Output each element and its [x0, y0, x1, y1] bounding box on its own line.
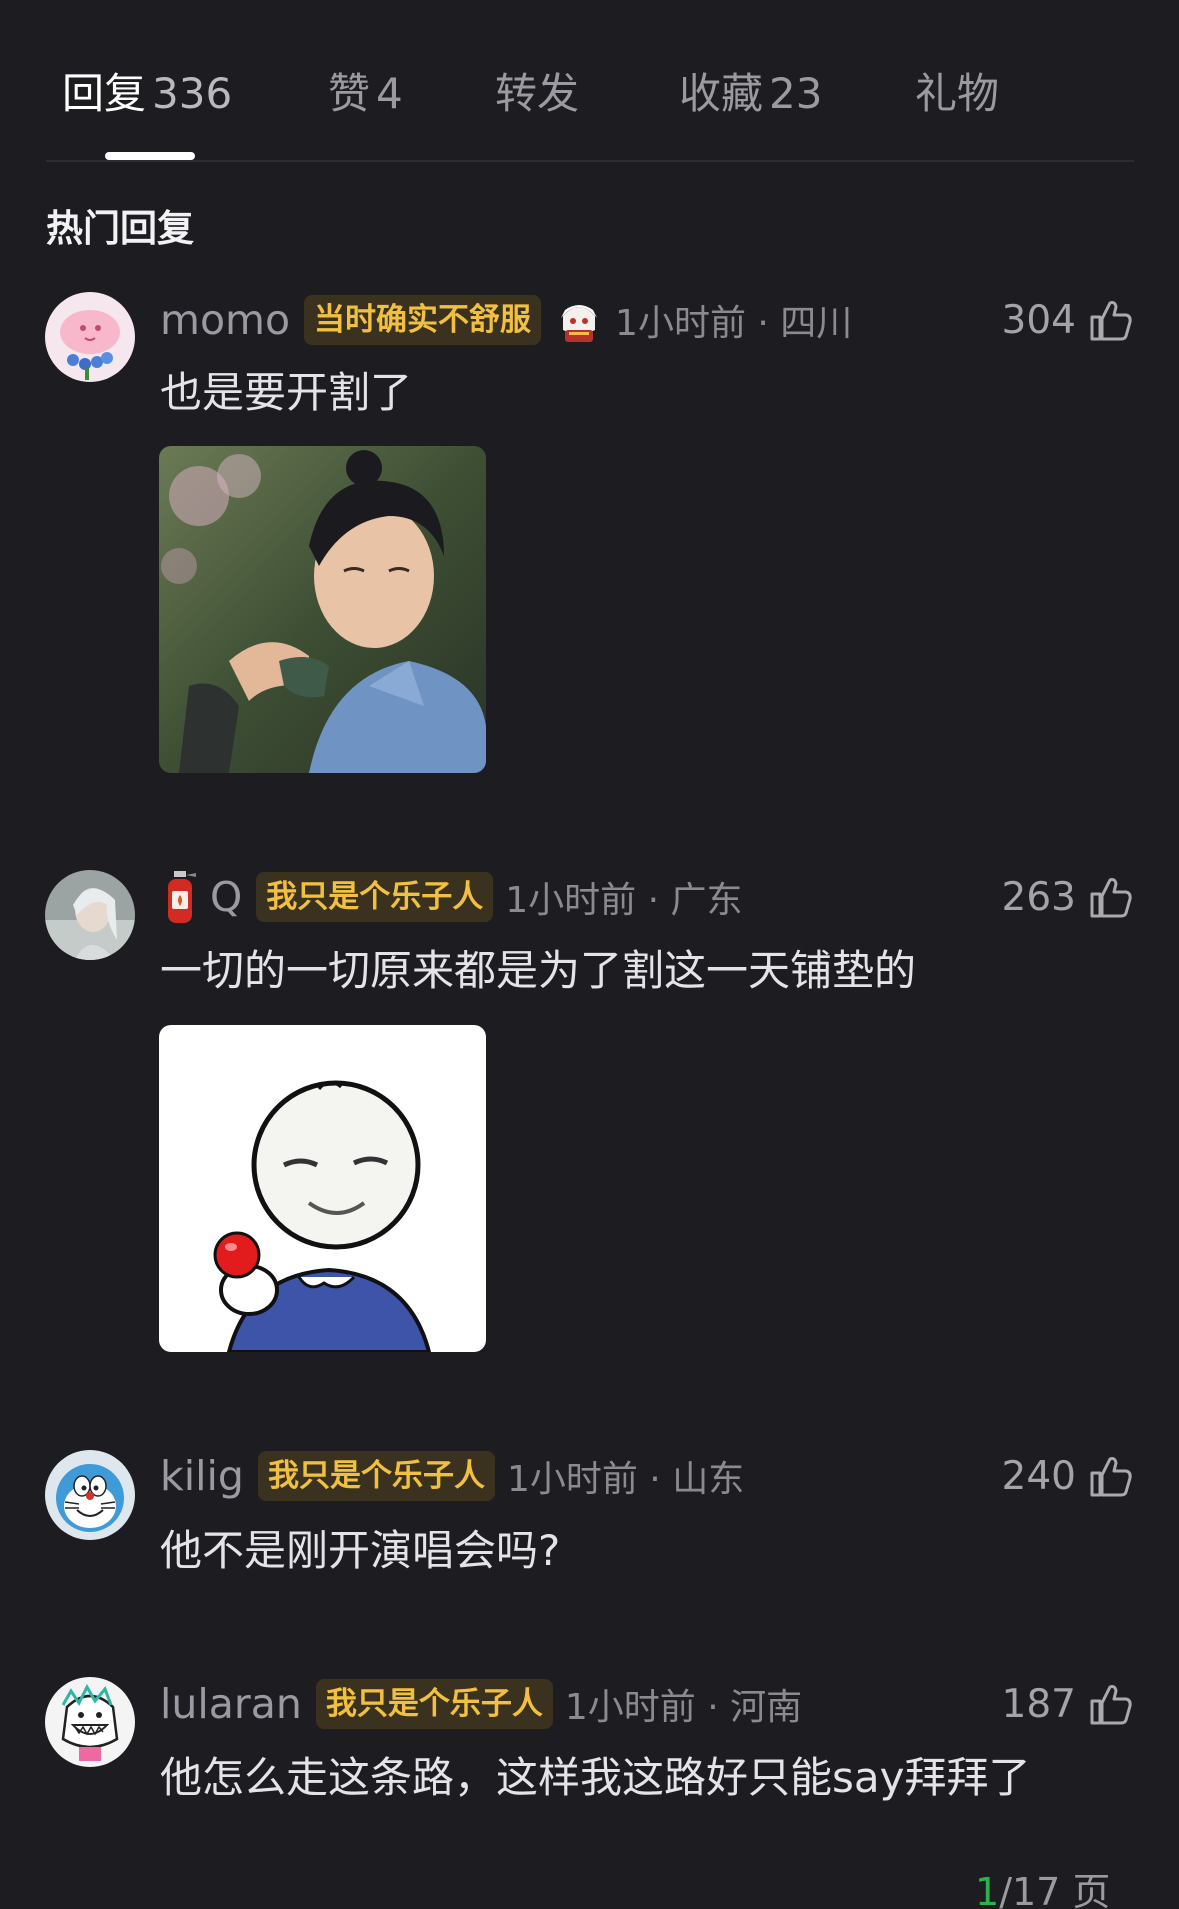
comment-meta: lularan 我只是个乐子人 1小时前 · 河南	[160, 1674, 802, 1734]
tab-favorites-count: 23	[769, 69, 823, 118]
tab-gifts[interactable]: 礼物	[915, 64, 999, 124]
fan-badge[interactable]: 当时确实不舒服	[304, 295, 542, 345]
thumbs-up-icon	[1088, 297, 1134, 343]
tab-favorites[interactable]: 收藏 23	[679, 64, 822, 124]
avatar[interactable]	[45, 1450, 135, 1540]
tab-replies[interactable]: 回复 336	[62, 64, 232, 124]
fan-badge[interactable]: 我只是个乐子人	[256, 872, 494, 922]
section-title: 热门回复	[46, 207, 194, 250]
comment-time: 1小时前 · 河南	[564, 1687, 803, 1728]
tab-likes-count: 4	[376, 69, 403, 118]
like-button[interactable]: 187	[1002, 1674, 1134, 1734]
comment-text: 他怎么走这条路，这样我这路好只能say拜拜了	[160, 1753, 1031, 1802]
fan-badge[interactable]: 我只是个乐子人	[257, 1451, 495, 1501]
comments-page: 回复 336 赞4 转发 收藏 23 礼物 热门回复 momo 当时确实不舒服 …	[0, 0, 1179, 1909]
tab-replies-count: 336	[152, 69, 233, 118]
avatar[interactable]	[45, 870, 135, 960]
tab-likes-label: 赞	[328, 69, 371, 118]
fire-extinguisher-icon	[160, 869, 200, 925]
like-count: 263	[1001, 874, 1076, 920]
like-count: 304	[1001, 297, 1076, 343]
like-button[interactable]: 263	[1002, 867, 1134, 927]
total-pages: /17 页	[999, 1870, 1111, 1909]
tab-reposts-label: 转发	[495, 69, 580, 118]
comment-text: 一切的一切原来都是为了割这一天铺垫的	[160, 946, 917, 995]
like-count: 187	[1001, 1681, 1076, 1727]
mascot-sticker-icon	[555, 294, 603, 346]
like-button[interactable]: 304	[1002, 290, 1134, 350]
comment-meta: momo 当时确实不舒服 1小时前 · 四川	[160, 290, 852, 350]
tab-replies-label: 回复	[62, 69, 147, 118]
comment-sticker[interactable]	[159, 1025, 486, 1352]
username[interactable]: kilig	[160, 1452, 244, 1500]
comment-time: 1小时前 · 广东	[505, 880, 743, 921]
tabs-divider	[46, 160, 1134, 162]
username[interactable]: Q	[210, 873, 242, 921]
fan-badge[interactable]: 我只是个乐子人	[315, 1679, 553, 1729]
tab-gifts-label: 礼物	[915, 69, 1000, 118]
comment-time: 1小时前 · 山东	[506, 1459, 745, 1500]
current-page: 1	[975, 1870, 1000, 1909]
thumbs-up-icon	[1088, 874, 1134, 920]
avatar[interactable]	[45, 1677, 135, 1767]
thumbs-up-icon	[1088, 1681, 1134, 1727]
thumbs-up-icon	[1088, 1453, 1134, 1499]
comment-text: 也是要开割了	[160, 368, 413, 417]
like-button[interactable]: 240	[1002, 1446, 1134, 1506]
username[interactable]: lularan	[160, 1680, 302, 1728]
comment-meta: kilig 我只是个乐子人 1小时前 · 山东	[160, 1446, 744, 1506]
tab-reposts[interactable]: 转发	[495, 64, 579, 124]
comment-text: 他不是刚开演唱会吗?	[160, 1526, 561, 1575]
tab-favorites-label: 收藏	[679, 69, 764, 118]
tab-likes[interactable]: 赞4	[328, 64, 403, 124]
active-tab-indicator	[105, 152, 195, 160]
tab-bar: 回复 336 赞4 转发 收藏 23 礼物	[0, 0, 1179, 162]
username[interactable]: momo	[160, 296, 290, 344]
comment-meta: Q 我只是个乐子人 1小时前 · 广东	[160, 867, 743, 927]
page-indicator[interactable]: 1/17 页	[975, 1867, 1110, 1909]
avatar[interactable]	[45, 292, 135, 382]
like-count: 240	[1001, 1453, 1076, 1499]
comment-time: 1小时前 · 四川	[615, 303, 853, 344]
comment-photo[interactable]	[159, 446, 486, 773]
